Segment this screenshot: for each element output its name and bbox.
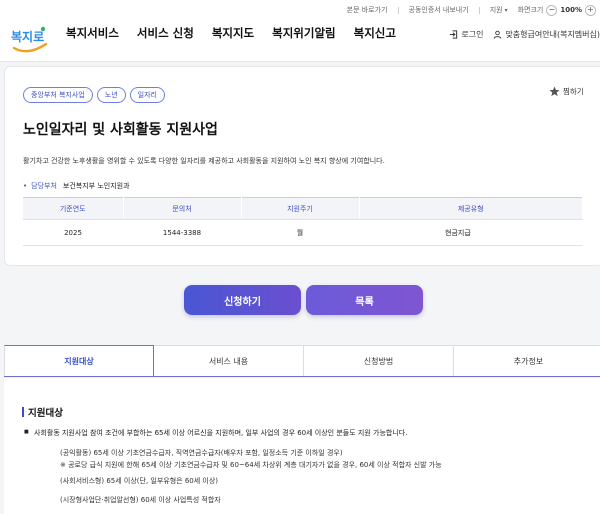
tab-eligibility[interactable]: 지원대상 bbox=[4, 345, 154, 376]
nav-crisis-alert[interactable]: 복지위기알림 bbox=[272, 25, 335, 41]
cell-contact: 1544-3388 bbox=[123, 219, 241, 246]
eligibility-line-note: ※ 공로당 급식 지원에 한해 65세 이상 기초연금수급자 및 60~64세 … bbox=[60, 461, 442, 469]
nav-welfare-report[interactable]: 복지신고 bbox=[354, 25, 396, 41]
divider bbox=[397, 6, 399, 14]
nav-welfare-services[interactable]: 복지서비스 bbox=[66, 25, 119, 41]
header-provision-type: 제공유형 bbox=[359, 197, 583, 220]
cell-provision-type: 현금지급 bbox=[359, 219, 583, 246]
login-label: 로그인 bbox=[461, 30, 484, 39]
divider bbox=[478, 6, 480, 14]
star-icon bbox=[549, 86, 560, 97]
detail-tabs: 지원대상 서비스 내용 신청방법 추가정보 bbox=[4, 345, 600, 377]
eligibility-bullet: 사회활동 지원사업 참여 조건에 부합하는 65세 이상 어르신을 지원하며, … bbox=[24, 428, 407, 438]
svg-text:복지로: 복지로 bbox=[11, 29, 44, 44]
language-select[interactable]: 지원 ▾ bbox=[490, 5, 508, 15]
main-nav: 복지서비스 서비스 신청 복지지도 복지위기알림 복지신고 bbox=[66, 25, 396, 41]
header-base-year: 기준연도 bbox=[23, 197, 124, 220]
zoom-in-button[interactable]: + bbox=[585, 4, 596, 16]
favorite-button[interactable]: 찜하기 bbox=[549, 86, 584, 97]
skip-to-content-link[interactable]: 본문 바로가기 bbox=[347, 5, 388, 15]
export-certificate-link[interactable]: 공동인증서 내보내기 bbox=[409, 5, 469, 15]
service-tags: 중앙부처 복지사업 노년 일자리 bbox=[23, 87, 165, 103]
login-icon bbox=[450, 30, 458, 39]
custom-benefit-label: 맞춤형급여안내(복지멤버십) bbox=[505, 30, 600, 39]
eligibility-line-social-service: (사회서비스형) 65세 이상(단, 일부유형은 60세 이상) bbox=[60, 477, 219, 485]
header-contact: 문의처 bbox=[123, 197, 242, 220]
login-link[interactable]: 로그인 bbox=[449, 29, 483, 40]
service-info-table: 기준연도 문의처 지원주기 제공유형 2025 1544-3388 월 현금지급 bbox=[23, 197, 583, 246]
eligibility-line-market: (시장형사업단·취업알선형) 60세 이상 사업특성 적합자 bbox=[60, 496, 221, 504]
tag-senior[interactable]: 노년 bbox=[96, 87, 126, 103]
language-label: 지원 bbox=[489, 6, 503, 14]
zoom-out-button[interactable]: − bbox=[546, 4, 558, 16]
bokjiro-logo[interactable]: 복지로 bbox=[10, 22, 50, 58]
service-title: 노인일자리 및 사회활동 지원사업 bbox=[23, 122, 218, 138]
department-label: 담당부처 bbox=[23, 181, 57, 191]
tab-additional-info[interactable]: 추가정보 bbox=[454, 345, 600, 376]
zoom-label: 화면크기 bbox=[517, 6, 544, 14]
chevron-down-icon: ▾ bbox=[504, 6, 508, 14]
cell-base-year: 2025 bbox=[23, 219, 123, 246]
favorite-label: 찜하기 bbox=[563, 87, 584, 96]
tab-service-content[interactable]: 서비스 내용 bbox=[154, 345, 304, 376]
zoom-value: 100% bbox=[560, 6, 582, 14]
eligibility-line-public: (공익활동) 65세 이상 기초연금수급자, 직역연금수급자(배우자 포함, 일… bbox=[60, 449, 343, 457]
tag-job[interactable]: 일자리 bbox=[129, 87, 165, 103]
site-header: 복지로 복지서비스 서비스 신청 복지지도 복지위기알림 복지신고 로그인 맞춤… bbox=[0, 20, 600, 62]
header-support-cycle: 지원주기 bbox=[241, 197, 360, 220]
user-icon bbox=[494, 30, 502, 39]
department-info: 담당부처 보건복지부 노인지원과 bbox=[23, 181, 130, 191]
nav-welfare-map[interactable]: 복지지도 bbox=[212, 25, 254, 41]
header-actions: 로그인 맞춤형급여안내(복지멤버십) bbox=[449, 29, 600, 40]
cell-support-cycle: 월 bbox=[241, 219, 359, 246]
zoom-control: 화면크기 − 100% + bbox=[517, 4, 596, 16]
utility-bar: 본문 바로가기 공동인증서 내보내기 지원 ▾ 화면크기 − 100% + bbox=[0, 0, 600, 20]
table-header-row: 기준연도 문의처 지원주기 제공유형 bbox=[23, 197, 583, 220]
section-marker bbox=[22, 407, 24, 417]
tab-how-to-apply[interactable]: 신청방법 bbox=[304, 345, 454, 376]
page: 본문 바로가기 공동인증서 내보내기 지원 ▾ 화면크기 − 100% + 복지… bbox=[0, 0, 600, 514]
custom-benefit-link[interactable]: 맞춤형급여안내(복지멤버십) bbox=[493, 29, 600, 40]
nav-service-apply[interactable]: 서비스 신청 bbox=[137, 25, 194, 41]
tag-central-ministry[interactable]: 중앙부처 복지사업 bbox=[23, 87, 93, 103]
list-button[interactable]: 목록 bbox=[306, 285, 423, 315]
section-title-text: 지원대상 bbox=[28, 408, 63, 419]
service-summary-card: 중앙부처 복지사업 노년 일자리 찜하기 노인일자리 및 사회활동 지원사업 활… bbox=[4, 66, 600, 266]
tab-content-panel: 지원대상 사회활동 지원사업 참여 조건에 부합하는 65세 이상 어르신을 지… bbox=[4, 378, 600, 514]
table-row: 2025 1544-3388 월 현금지급 bbox=[23, 219, 583, 246]
apply-button[interactable]: 신청하기 bbox=[184, 285, 301, 315]
service-description: 활기차고 건강한 노후생활을 영위할 수 있도록 다양한 일자리를 제공하고 사… bbox=[23, 157, 385, 165]
section-title: 지원대상 bbox=[22, 405, 63, 419]
department-value: 보건복지부 노인지원과 bbox=[62, 182, 130, 190]
